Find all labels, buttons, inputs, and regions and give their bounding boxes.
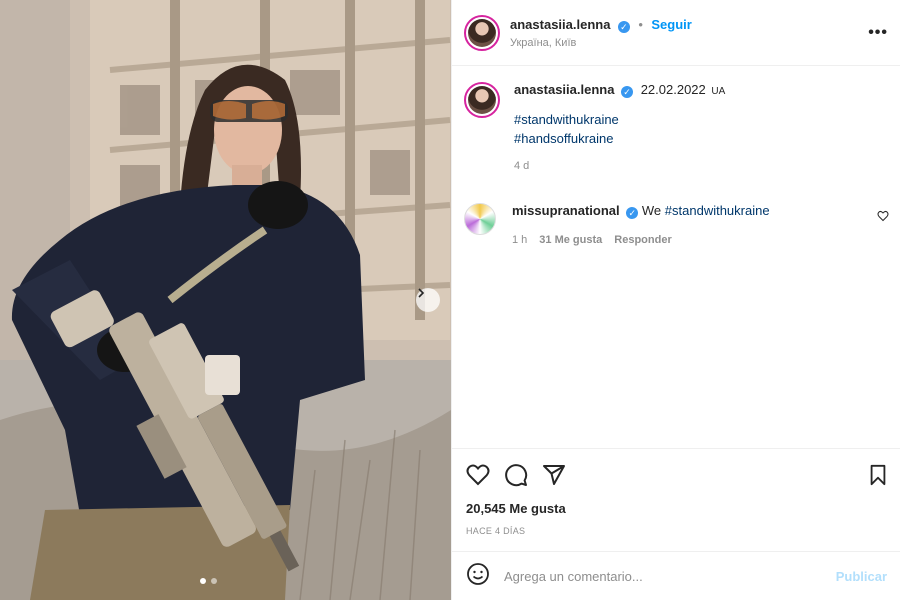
verified-badge-icon: ✓ [617,21,630,33]
share-icon[interactable] [542,463,566,487]
author-avatar[interactable] [464,14,500,51]
caption-hashtags: #standwithukraine #handsoffukraine [514,112,725,146]
post-header: anastasiia.lenna ✓ • Seguir Україна, Киї… [452,0,900,66]
hashtag-link[interactable]: #standwithukraine [514,112,725,127]
post-caption: anastasiia.lenna ✓ 22.02.2022 UA #standw… [464,82,725,172]
comment-icon[interactable] [504,463,528,487]
comment-time: 1 h [512,234,528,246]
likes-count[interactable]: 20,545 Me gusta [452,487,900,516]
comment-item: missupranational ✓ We #standwithukraine … [464,203,889,246]
follow-button[interactable]: Seguir [651,17,691,32]
bookmark-icon[interactable] [867,464,889,486]
caption-flag: UA [711,86,726,97]
caption-date: 22.02.2022 [640,82,706,97]
verified-badge-icon: ✓ [621,86,634,98]
heart-icon[interactable] [466,463,490,487]
action-bar [452,449,900,487]
post-actions-section: 20,545 Me gusta HACE 4 DÍAS [452,448,900,536]
hashtag-link[interactable]: #handsoffukraine [514,131,725,146]
post-details-panel: anastasiia.lenna ✓ • Seguir Україна, Киї… [451,0,900,600]
comment-likes[interactable]: 31 Me gusta [539,234,602,246]
carousel-dots [200,578,217,584]
caption-avatar[interactable] [464,82,500,118]
post-comment-button[interactable]: Publicar [836,569,887,584]
emoji-icon[interactable] [466,562,490,591]
post-location[interactable]: Україна, Київ [510,37,692,49]
post-timestamp: HACE 4 DÍAS [466,526,526,536]
carousel-dot [211,578,217,584]
author-username[interactable]: anastasiia.lenna [510,17,610,32]
verified-badge-icon: ✓ [626,207,639,219]
chevron-right-icon [418,288,425,298]
header-separator: • [638,17,643,32]
commenter-avatar[interactable] [464,203,496,235]
add-comment-bar: Publicar [452,551,900,600]
comment-text: We [641,203,665,218]
comment-input[interactable] [504,568,836,584]
reply-button[interactable]: Responder [614,234,671,246]
post-photo [0,0,451,600]
commenter-username[interactable]: missupranational [512,203,620,218]
more-options-icon[interactable]: ••• [868,24,888,42]
caption-username[interactable]: anastasiia.lenna [514,82,614,97]
post-media[interactable] [0,0,451,600]
caption-age: 4 d [514,160,530,172]
comment-hashtag[interactable]: #standwithukraine [665,203,770,218]
carousel-next-button[interactable] [416,288,440,312]
comment-like-heart-icon[interactable] [877,209,889,227]
carousel-dot [200,578,206,584]
